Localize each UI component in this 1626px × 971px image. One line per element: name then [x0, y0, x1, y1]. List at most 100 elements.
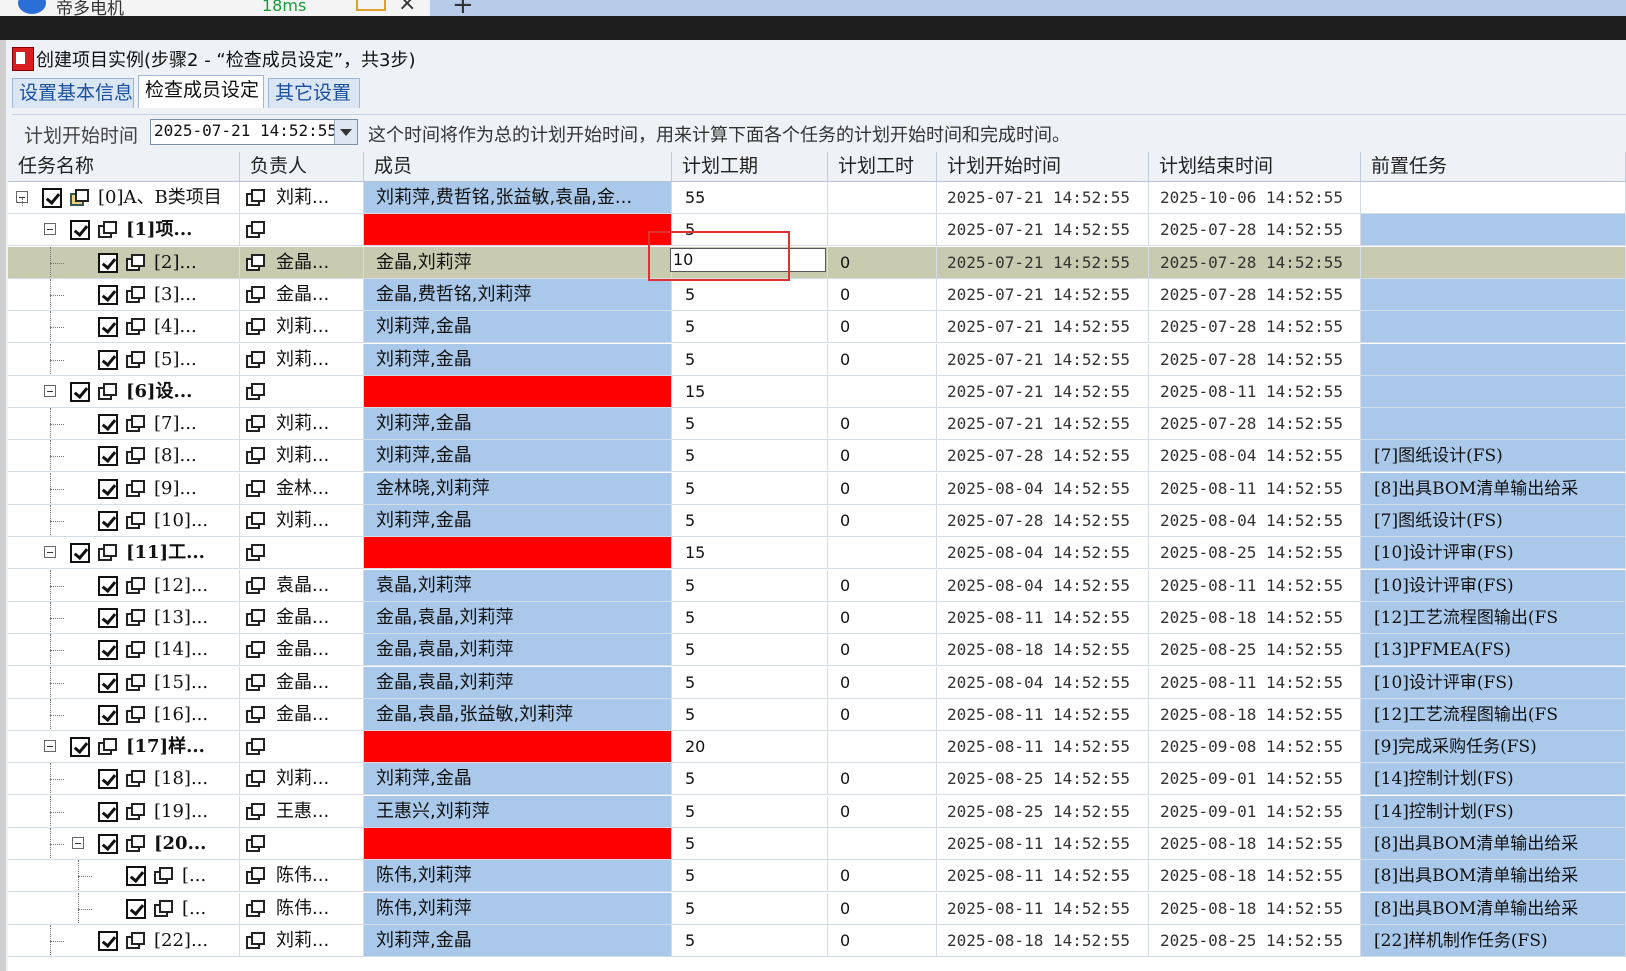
end-time-cell[interactable]: 2025-08-18 14:52:55	[1149, 892, 1361, 925]
start-time-cell[interactable]: 2025-08-25 14:52:55	[937, 795, 1149, 828]
predecessor-cell[interactable]: [14]控制计划(FS)	[1361, 795, 1626, 828]
col-duration[interactable]: 计划工期	[672, 152, 828, 181]
end-time-cell[interactable]: 2025-09-08 14:52:55	[1149, 731, 1361, 764]
row-checkbox[interactable]	[70, 543, 90, 564]
members-cell[interactable]	[364, 537, 672, 570]
members-cell[interactable]: 袁晶,刘莉萍	[364, 569, 672, 602]
duration-cell[interactable]: 15	[672, 375, 828, 408]
row-checkbox[interactable]	[98, 640, 118, 661]
predecessor-cell[interactable]: [9]完成采购任务(FS)	[1361, 731, 1626, 764]
predecessor-cell[interactable]: [8]出具BOM清单输出给采	[1361, 828, 1626, 860]
start-time-cell[interactable]: 2025-08-11 14:52:55	[937, 601, 1149, 634]
start-time-cell[interactable]: 2025-07-21 14:52:55	[937, 278, 1149, 311]
table-row[interactable]: [13]... 金晶... 金晶,袁晶,刘莉萍 5 0 2025-08-11 14:52:…	[8, 601, 1626, 634]
table-row[interactable]: [... 陈伟... 陈伟,刘莉萍 5 0 2025-08-11 14:52:55 2025…	[8, 892, 1626, 925]
end-time-cell[interactable]: 2025-07-28 14:52:55	[1149, 311, 1361, 344]
end-time-cell[interactable]: 2025-08-11 14:52:55	[1149, 375, 1361, 408]
end-time-cell[interactable]: 2025-07-28 14:52:55	[1149, 408, 1361, 441]
task-name-cell[interactable]: [3]...	[8, 278, 240, 311]
hours-cell[interactable]: 0	[828, 763, 937, 796]
duration-cell[interactable]: 20	[672, 731, 828, 764]
hours-cell[interactable]: 0	[828, 569, 937, 602]
members-cell[interactable]	[364, 375, 672, 408]
tab-check-members[interactable]: 检查成员设定	[138, 75, 264, 108]
col-predecessor[interactable]: 前置任务	[1361, 152, 1626, 181]
row-checkbox[interactable]	[98, 446, 118, 467]
members-cell[interactable]: 刘莉萍,费哲铭,张益敏,袁晶,金...	[364, 182, 672, 214]
duration-cell[interactable]: 55	[672, 182, 828, 214]
owner-cell[interactable]: 刘莉...	[240, 311, 364, 344]
task-name-cell[interactable]: [11]工...	[8, 537, 240, 570]
predecessor-cell[interactable]	[1361, 182, 1626, 214]
table-row[interactable]: [3]... 金晶... 金晶,费哲铭,刘莉萍 5 0 2025-07-21 14:52:…	[8, 278, 1626, 311]
table-row[interactable]: [7]... 刘莉... 刘莉萍,金晶 5 0 2025-07-21 14:52:55 20…	[8, 408, 1626, 441]
predecessor-cell[interactable]	[1361, 311, 1626, 344]
duration-cell[interactable]: 5	[672, 278, 828, 311]
start-time-cell[interactable]: 2025-07-21 14:52:55	[937, 311, 1149, 344]
start-time-cell[interactable]: 2025-08-11 14:52:55	[937, 698, 1149, 731]
row-checkbox[interactable]	[98, 252, 118, 273]
owner-cell[interactable]: 金晶...	[240, 278, 364, 311]
col-members[interactable]: 成员	[364, 152, 672, 181]
table-row[interactable]: [4]... 刘莉... 刘莉萍,金晶 5 0 2025-07-21 14:52:55 20…	[8, 311, 1626, 344]
table-row[interactable]: [5]... 刘莉... 刘莉萍,金晶 5 0 2025-07-21 14:52:55 20…	[8, 343, 1626, 376]
browser-tab[interactable]: 帝多电机 18ms ×	[0, 0, 430, 16]
owner-cell[interactable]: 金晶...	[240, 698, 364, 731]
table-row[interactable]: [15]... 金晶... 金晶,袁晶,刘莉萍 5 0 2025-08-04 14:52:…	[8, 666, 1626, 699]
task-name-cell[interactable]: [1]项...	[8, 214, 240, 247]
members-cell[interactable]: 刘莉萍,金晶	[364, 408, 672, 441]
task-name-cell[interactable]: [19]...	[8, 795, 240, 828]
task-name-cell[interactable]: [2]...	[8, 246, 240, 279]
row-checkbox[interactable]	[98, 607, 118, 628]
task-name-cell[interactable]: [10]...	[8, 505, 240, 537]
hours-cell[interactable]: 0	[828, 246, 937, 279]
predecessor-cell[interactable]	[1361, 278, 1626, 311]
members-cell[interactable]: 金林晓,刘莉萍	[364, 472, 672, 505]
row-checkbox[interactable]	[70, 220, 90, 241]
hours-cell[interactable]: 0	[828, 278, 937, 311]
owner-cell[interactable]: 金晶...	[240, 601, 364, 634]
table-row[interactable]: [0]A、B类项目 刘莉... 刘莉萍,费哲铭,张益敏,袁晶,金... 55 2025-…	[8, 182, 1626, 214]
end-time-cell[interactable]: 2025-07-28 14:52:55	[1149, 214, 1361, 247]
end-time-cell[interactable]: 2025-08-11 14:52:55	[1149, 666, 1361, 699]
duration-cell[interactable]: 5	[672, 828, 828, 860]
task-name-cell[interactable]: [5]...	[8, 343, 240, 376]
hours-cell[interactable]: 0	[828, 472, 937, 505]
hours-cell[interactable]: 0	[828, 311, 937, 344]
start-time-cell[interactable]: 2025-07-28 14:52:55	[937, 505, 1149, 537]
table-row[interactable]: [17]样... 20 2025-08-11 14:52:55 2025-09-08 …	[8, 731, 1626, 764]
row-checkbox[interactable]	[98, 769, 118, 790]
owner-cell[interactable]: 金晶...	[240, 666, 364, 699]
members-cell[interactable]: 金晶,费哲铭,刘莉萍	[364, 278, 672, 311]
predecessor-cell[interactable]: [7]图纸设计(FS)	[1361, 505, 1626, 537]
duration-cell[interactable]: 5	[672, 505, 828, 537]
start-time-cell[interactable]: 2025-07-21 14:52:55	[937, 408, 1149, 441]
owner-cell[interactable]	[240, 828, 364, 860]
predecessor-cell[interactable]	[1361, 343, 1626, 376]
start-time-cell[interactable]: 2025-08-04 14:52:55	[937, 472, 1149, 505]
hours-cell[interactable]	[828, 828, 937, 860]
task-name-cell[interactable]: [13]...	[8, 601, 240, 634]
start-time-cell[interactable]: 2025-07-21 14:52:55	[937, 182, 1149, 214]
collapse-icon[interactable]	[44, 546, 56, 559]
hours-cell[interactable]	[828, 375, 937, 408]
task-name-cell[interactable]: [22]...	[8, 924, 240, 957]
end-time-cell[interactable]: 2025-08-25 14:52:55	[1149, 634, 1361, 667]
table-row[interactable]: [... 陈伟... 陈伟,刘莉萍 5 0 2025-08-11 14:52:55 2025…	[8, 860, 1626, 893]
duration-cell[interactable]: 5	[672, 924, 828, 957]
table-row[interactable]: [6]设... 15 2025-07-21 14:52:55 2025-08-11 1…	[8, 375, 1626, 408]
start-time-cell[interactable]: 2025-07-28 14:52:55	[937, 440, 1149, 473]
members-cell[interactable]: 金晶,刘莉萍	[364, 246, 672, 279]
start-time-cell[interactable]: 2025-08-18 14:52:55	[937, 634, 1149, 667]
hours-cell[interactable]: 0	[828, 795, 937, 828]
hours-cell[interactable]: 0	[828, 860, 937, 893]
duration-cell[interactable]: 5	[672, 343, 828, 376]
table-row[interactable]: [16]... 金晶... 金晶,袁晶,张益敏,刘莉萍 5 0 2025-08-11 14…	[8, 698, 1626, 731]
task-name-cell[interactable]: [16]...	[8, 698, 240, 731]
start-time-cell[interactable]: 2025-08-11 14:52:55	[937, 860, 1149, 893]
table-row[interactable]: [18]... 刘莉... 刘莉萍,金晶 5 0 2025-08-25 14:52:55 2…	[8, 763, 1626, 796]
row-checkbox[interactable]	[98, 930, 118, 951]
task-name-cell[interactable]: [20...	[8, 828, 240, 860]
predecessor-cell[interactable]: [12]工艺流程图输出(FS	[1361, 698, 1626, 731]
predecessor-cell[interactable]	[1361, 214, 1626, 247]
